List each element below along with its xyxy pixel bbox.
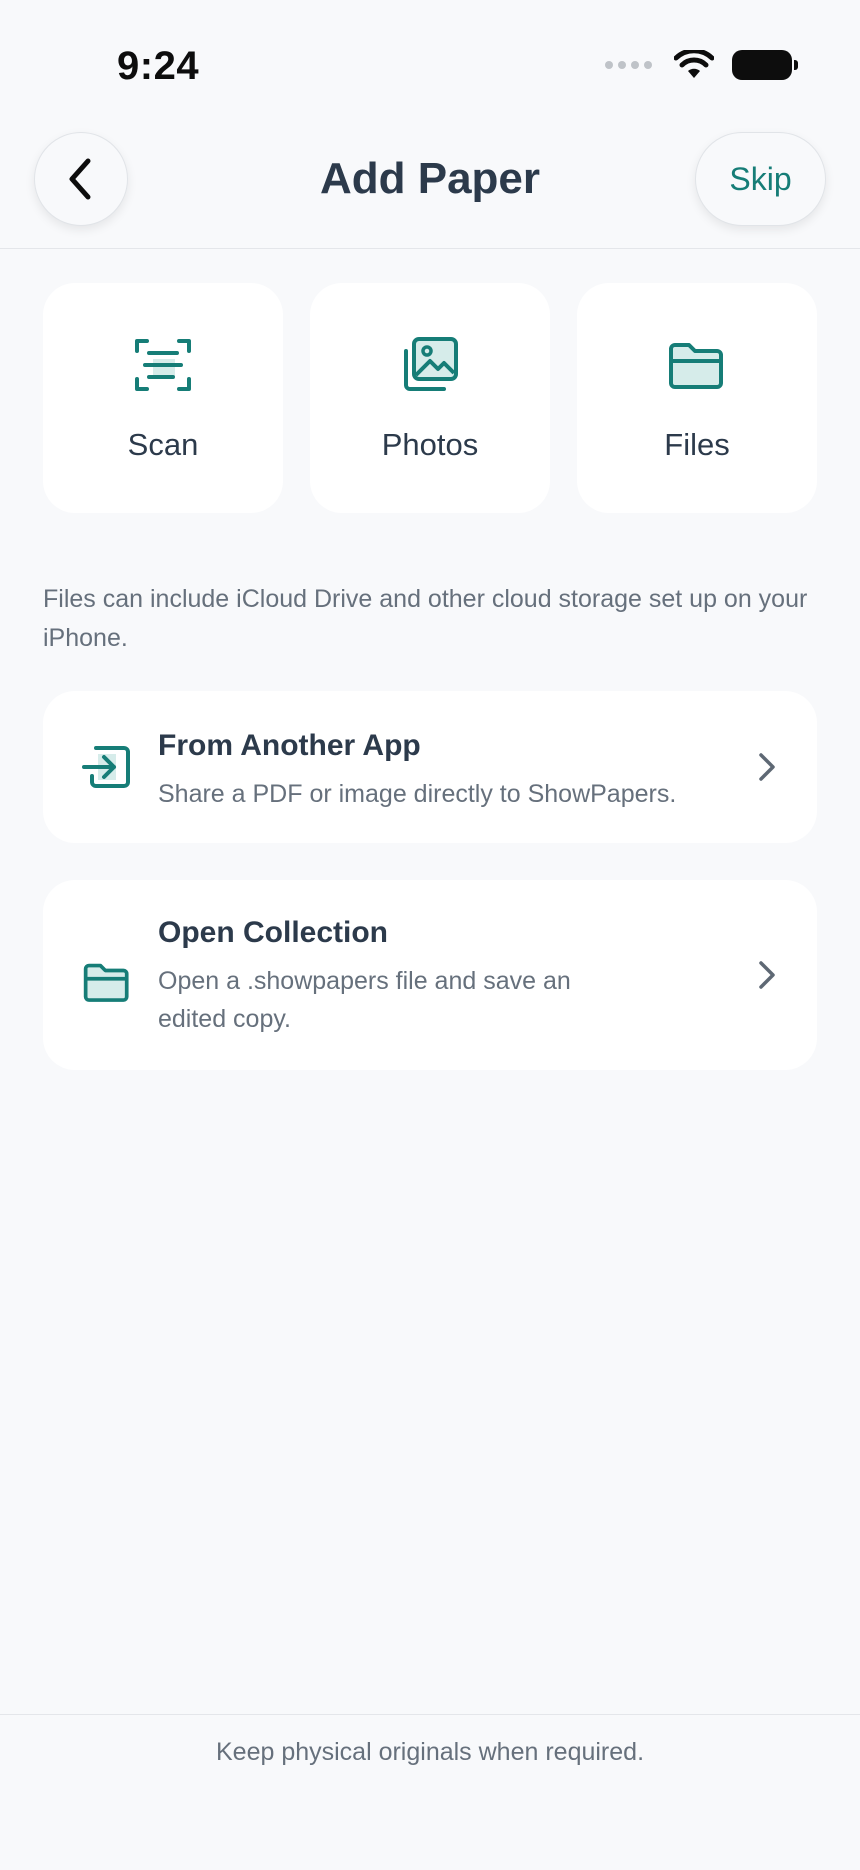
folder-icon: [79, 954, 135, 1010]
open-collection-row[interactable]: Open Collection Open a .showpapers file …: [43, 880, 817, 1070]
tile-label: Files: [664, 427, 730, 462]
footer-divider: [0, 1714, 860, 1715]
photos-icon: [398, 333, 462, 397]
photos-tile[interactable]: Photos: [310, 283, 550, 513]
tile-label: Photos: [381, 427, 479, 462]
scan-icon: [131, 333, 195, 397]
wifi-icon: [674, 50, 714, 78]
option-title: Open Collection: [158, 916, 389, 949]
option-subtitle: Share a PDF or image directly to ShowPap…: [158, 780, 677, 808]
signal-dots-icon: [605, 61, 652, 69]
status-icons: [605, 50, 798, 80]
import-icon: [79, 739, 135, 795]
option-title: From Another App: [158, 729, 421, 762]
scan-tile[interactable]: Scan: [43, 283, 283, 513]
cloud-storage-note: Files can include iCloud Drive and other…: [43, 585, 808, 652]
folder-icon: [665, 333, 729, 397]
status-time: 9:24: [117, 44, 200, 88]
option-subtitle: Open a .showpapers file and save an edit…: [158, 967, 571, 1033]
skip-button[interactable]: Skip: [695, 132, 826, 226]
files-tile[interactable]: Files: [577, 283, 817, 513]
battery-icon: [732, 50, 798, 80]
chevron-right-icon: [753, 747, 781, 787]
tile-label: Scan: [127, 427, 199, 462]
chevron-right-icon: [753, 955, 781, 995]
from-another-app-row[interactable]: From Another App Share a PDF or image di…: [43, 691, 817, 843]
nav-divider: [0, 248, 860, 249]
footer-note: Keep physical originals when required.: [215, 1738, 645, 1766]
add-paper-screen: 9:24 Add Paper Skip Scan Photos Files Fi…: [0, 0, 860, 1870]
